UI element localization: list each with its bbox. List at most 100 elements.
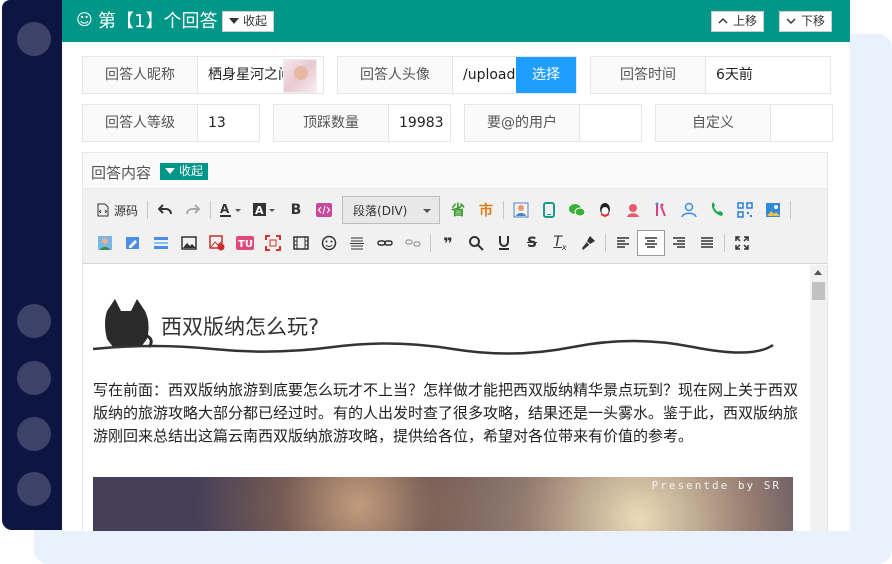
- wechat-button[interactable]: [563, 197, 591, 223]
- underline-button[interactable]: [490, 230, 518, 256]
- video-icon: [293, 236, 309, 250]
- strikethrough-icon: S: [526, 235, 538, 251]
- scroll-thumb[interactable]: [812, 282, 825, 300]
- qrcode-icon: [737, 202, 753, 218]
- image-gallery-button[interactable]: [759, 197, 787, 223]
- source-button[interactable]: 源码: [91, 197, 144, 223]
- custom-label: 自定义: [655, 104, 771, 142]
- qrcode-button[interactable]: [731, 197, 759, 223]
- rich-text-editor[interactable]: 西双版纳怎么玩? 写在前面：西双版纳旅游到底要怎么玩才不上当？怎样做才能把西双版…: [83, 265, 827, 531]
- link-button[interactable]: [371, 230, 399, 256]
- video-button[interactable]: [287, 230, 315, 256]
- scroll-up-icon[interactable]: [814, 270, 822, 275]
- select-avatar-button[interactable]: 选择: [516, 57, 576, 93]
- province-button[interactable]: 省: [444, 197, 472, 223]
- sidebar-dot[interactable]: [17, 304, 51, 338]
- source-icon: [97, 203, 109, 217]
- city-icon: 市: [479, 203, 494, 219]
- tu-button[interactable]: TU: [231, 230, 259, 256]
- collapse-content-label: 收起: [179, 164, 204, 178]
- customer-service-button[interactable]: [619, 197, 647, 223]
- image-button[interactable]: [175, 230, 203, 256]
- bold-button[interactable]: B: [282, 197, 310, 223]
- align-left-button[interactable]: [609, 230, 637, 256]
- mention-user-input[interactable]: [580, 104, 642, 142]
- sidebar-dot[interactable]: [17, 417, 51, 451]
- answer-panel: ☺ 第【1】个回答 收起 上移 下移 回答人昵称 栖身星河之间 回答人头像 /u…: [62, 0, 850, 531]
- move-down-button[interactable]: 下移: [779, 11, 833, 32]
- underline-icon: [499, 236, 509, 250]
- link-icon: [377, 240, 393, 246]
- edit-image-button[interactable]: [119, 230, 147, 256]
- code-button[interactable]: [310, 197, 338, 223]
- clear-format-button[interactable]: Tx: [546, 230, 574, 256]
- paragraph-select[interactable]: 段落(DIV): [342, 196, 441, 224]
- votes-input[interactable]: 19983: [389, 104, 451, 142]
- move-up-button[interactable]: 上移: [711, 11, 765, 32]
- avatar-button[interactable]: [91, 230, 119, 256]
- unlink-button[interactable]: [399, 230, 427, 256]
- search-icon: [469, 236, 484, 251]
- qq-button[interactable]: [591, 197, 619, 223]
- city-button[interactable]: 市: [472, 197, 500, 223]
- redo-button[interactable]: [179, 197, 207, 223]
- undo-icon: [158, 204, 173, 215]
- insert-image-button[interactable]: [203, 230, 231, 256]
- people-button[interactable]: [647, 197, 675, 223]
- custom-input[interactable]: [771, 104, 833, 142]
- collapse-answer-button[interactable]: 收起: [222, 11, 275, 32]
- insert-image-icon: [209, 235, 225, 251]
- crop-icon: [265, 235, 281, 251]
- emoji-button[interactable]: [315, 230, 343, 256]
- sidebar-dot[interactable]: [17, 361, 51, 395]
- horizontal-rule-button[interactable]: [343, 230, 371, 256]
- format-brush-button[interactable]: [574, 230, 602, 256]
- content-title: 回答内容: [91, 164, 152, 182]
- level-input[interactable]: 13: [198, 104, 260, 142]
- avatar-label: 回答人头像: [337, 56, 453, 94]
- bold-icon: B: [290, 202, 302, 218]
- editor-scrollbar[interactable]: [810, 265, 827, 531]
- svg-text:A: A: [220, 202, 230, 216]
- align-justify-icon: [701, 237, 713, 248]
- background-color-icon: A: [253, 203, 276, 217]
- sidebar-dot[interactable]: [17, 472, 51, 506]
- collapse-label: 收起: [243, 14, 268, 28]
- image-caption: Presentde by SR: [651, 479, 781, 492]
- align-right-icon: [673, 237, 685, 248]
- wechat-icon: [569, 204, 586, 217]
- avatar-path-value: /upload: [463, 67, 516, 83]
- layout-icon: [154, 237, 168, 249]
- toolbar-row-1: 源码 A A B 段落(DIV) 省 市: [91, 196, 794, 224]
- triangle-down-icon: [165, 168, 175, 174]
- quote-button[interactable]: ❞: [434, 230, 462, 256]
- avatar-path-input[interactable]: /upload 选择: [453, 56, 577, 94]
- align-center-button[interactable]: [637, 230, 665, 256]
- font-color-icon: A: [220, 202, 242, 217]
- content-header: 回答内容 收起: [83, 153, 827, 189]
- sidebar-dot[interactable]: [17, 22, 51, 56]
- undo-button[interactable]: [151, 197, 179, 223]
- nickname-label: 回答人昵称: [82, 56, 198, 94]
- phone-button[interactable]: [703, 197, 731, 223]
- align-justify-button[interactable]: [693, 230, 721, 256]
- user-group-button[interactable]: [675, 197, 703, 223]
- contact-card-button[interactable]: [507, 197, 535, 223]
- format-brush-icon: [582, 236, 595, 250]
- fullscreen-button[interactable]: [728, 230, 756, 256]
- nickname-input[interactable]: 栖身星河之间: [198, 56, 324, 94]
- collapse-content-button[interactable]: 收起: [160, 163, 209, 180]
- triangle-down-icon: [229, 18, 239, 24]
- image-icon: [181, 236, 197, 250]
- background-color-button[interactable]: A: [248, 197, 282, 223]
- crop-button[interactable]: [259, 230, 287, 256]
- search-button[interactable]: [462, 230, 490, 256]
- align-right-button[interactable]: [665, 230, 693, 256]
- font-color-button[interactable]: A: [214, 197, 248, 223]
- answer-time-input[interactable]: 6天前: [706, 56, 831, 94]
- mobile-button[interactable]: [535, 197, 563, 223]
- strikethrough-button[interactable]: S: [518, 230, 546, 256]
- qq-icon: [600, 203, 611, 218]
- level-label: 回答人等级: [82, 104, 198, 142]
- layout-button[interactable]: [147, 230, 175, 256]
